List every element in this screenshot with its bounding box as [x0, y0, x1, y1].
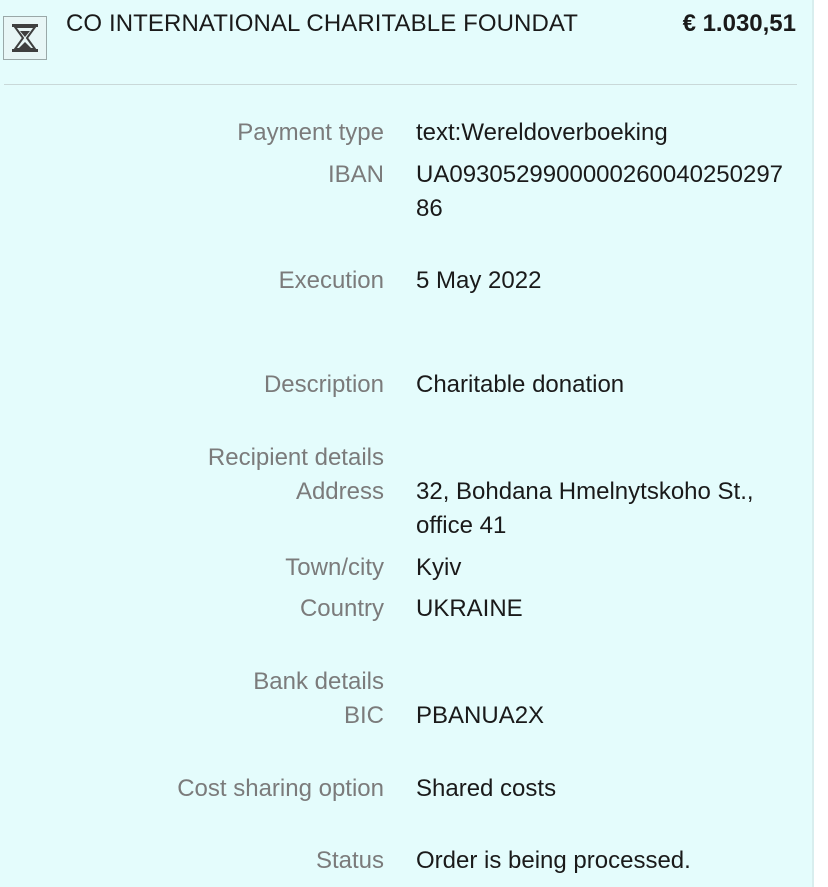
recipient-name: CO INTERNATIONAL CHARITABLE FOUNDAT — [66, 10, 578, 37]
cost-sharing-value: Shared costs — [416, 775, 557, 802]
transaction-amount: € 1.030,51 — [682, 10, 796, 37]
payment-type-label: Payment type — [237, 119, 384, 146]
hourglass-icon — [3, 16, 47, 60]
iban-value: UA093052990000026004025029786 — [416, 161, 784, 222]
cost-sharing-label: Cost sharing option — [177, 775, 384, 802]
bic-label: BIC — [343, 702, 384, 729]
country-value: UKRAINE — [416, 595, 523, 622]
town-label: Town/city — [285, 554, 384, 581]
panel-edge — [812, 0, 814, 887]
status-value: Order is being processed. — [416, 847, 691, 874]
recipient-details-title: Recipient details — [207, 444, 384, 471]
status-label: Status — [315, 847, 384, 874]
iban-label: IBAN — [327, 161, 384, 188]
description-value: Charitable donation — [416, 371, 625, 398]
payment-type-value: text:Wereldoverboeking — [416, 119, 668, 146]
execution-label: Execution — [278, 267, 384, 294]
address-label: Address — [295, 478, 384, 505]
bic-value: PBANUA2X — [416, 702, 545, 729]
execution-value: 5 May 2022 — [416, 267, 542, 294]
bank-details-title: Bank details — [253, 668, 384, 695]
transaction-detail-panel: CO INTERNATIONAL CHARITABLE FOUNDAT € 1.… — [0, 0, 812, 887]
description-label: Description — [263, 371, 384, 398]
page-margin — [812, 0, 828, 887]
transaction-header: CO INTERNATIONAL CHARITABLE FOUNDAT € 1.… — [0, 0, 812, 86]
town-value: Kyiv — [416, 554, 462, 581]
header-divider — [4, 84, 797, 85]
address-value: 32, Bohdana Hmelnytskoho St., office 41 — [416, 478, 754, 539]
country-label: Country — [299, 595, 384, 622]
